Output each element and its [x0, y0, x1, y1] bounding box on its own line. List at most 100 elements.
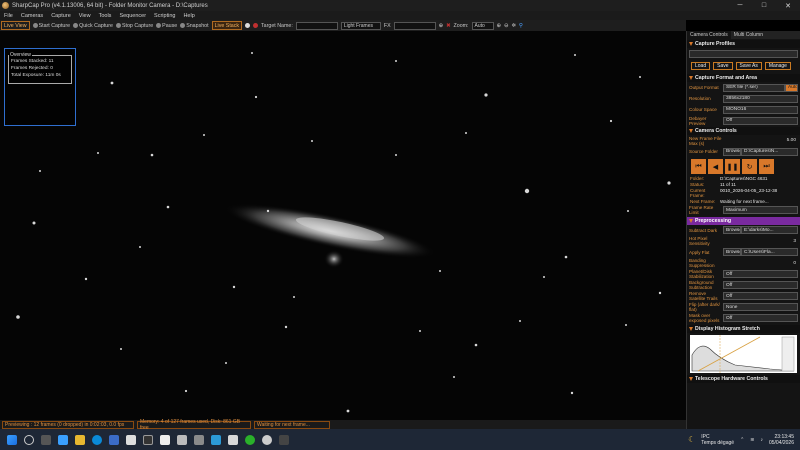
save-as-button[interactable]: Save As — [735, 62, 762, 70]
resolution-select[interactable]: 3856x2180 — [723, 94, 798, 103]
menu-sequencer[interactable]: Sequencer — [115, 13, 150, 19]
background-select[interactable]: Off — [723, 281, 798, 290]
camera-controls-header[interactable]: Camera Controls — [687, 127, 800, 135]
start-capture-icon — [32, 23, 38, 28]
last-frame-icon[interactable]: ⏭ — [759, 159, 774, 174]
banding-value[interactable]: 0 — [723, 259, 798, 267]
wifi-icon[interactable]: ≋ — [750, 437, 754, 443]
camera-app-icon[interactable] — [279, 434, 289, 445]
app-icon[interactable] — [194, 434, 204, 445]
weather-widget[interactable]: IPC Temps dégagé — [701, 434, 734, 446]
preprocessing-header[interactable]: Preprocessing — [687, 216, 800, 225]
refresh-icon[interactable]: ↻ — [742, 159, 757, 174]
subtract-dark-row: Subtract Dark Browse... E:\darks\Mo... — [687, 225, 800, 236]
fx-select[interactable] — [393, 21, 436, 30]
overview-heading: Overview — [9, 52, 32, 58]
apply-flat-browse[interactable]: Browse... — [723, 248, 741, 257]
live-view-button[interactable]: Live View — [1, 21, 30, 30]
tab-camera-controls[interactable]: Camera Controls — [687, 31, 731, 39]
save-button[interactable]: Save — [713, 62, 733, 70]
zoom-select[interactable]: Auto — [471, 21, 494, 30]
profile-select[interactable] — [689, 49, 798, 58]
previous-icon[interactable]: ◀ — [708, 159, 723, 174]
chevron-up-icon[interactable]: ⌃ — [740, 437, 744, 443]
windows-start-icon[interactable] — [7, 434, 17, 445]
pause-button[interactable]: Pause — [156, 23, 177, 29]
apply-flat-select[interactable]: C:\Users\Fla... — [741, 248, 798, 257]
notepad-icon[interactable] — [126, 434, 136, 445]
maximize-button[interactable]: □ — [752, 2, 776, 10]
minimize-button[interactable]: ─ — [728, 2, 752, 10]
zoom-in-icon[interactable]: ⊕ — [497, 23, 501, 29]
quick-capture-button[interactable]: Quick Capture — [73, 23, 113, 29]
live-stack-button[interactable]: Live Stack — [211, 21, 243, 30]
menu-capture[interactable]: Capture — [47, 13, 75, 19]
frame-type-select[interactable]: Light Frames — [340, 21, 381, 30]
start-capture-button[interactable]: Start Capture — [32, 23, 70, 29]
target-icon[interactable] — [253, 23, 259, 28]
telescope-app-icon[interactable] — [262, 434, 272, 445]
satellite-select[interactable]: Off — [723, 292, 798, 301]
crosshair-icon[interactable]: ⊕ — [439, 23, 443, 29]
colour-space-select[interactable]: MONO16 — [723, 105, 798, 114]
browser-icon[interactable] — [211, 434, 221, 445]
debayer-select[interactable]: Off — [723, 116, 798, 125]
edge-icon[interactable] — [92, 434, 102, 445]
telescope-header[interactable]: Telescope Hardware Controls — [687, 374, 800, 383]
terminal-icon[interactable] — [177, 434, 187, 445]
zoom-out-icon[interactable]: ⊖ — [504, 23, 508, 29]
chrome-icon[interactable] — [245, 434, 255, 445]
mask-select[interactable]: Off — [723, 314, 798, 323]
manage-button[interactable]: Manage — [764, 62, 791, 70]
document-icon[interactable] — [160, 434, 170, 445]
subtract-dark-browse[interactable]: Browse... — [723, 226, 741, 235]
image-viewport[interactable]: Frames Stacked: 11 Frames Rejected: 0 To… — [0, 31, 686, 420]
first-frame-icon[interactable]: ⏮ — [691, 159, 706, 174]
new-frame-value[interactable]: 5.00 — [723, 137, 798, 145]
source-folder-browse[interactable]: Browse... — [723, 147, 741, 156]
record-icon[interactable] — [245, 23, 251, 28]
pause-icon[interactable]: ❚❚ — [725, 159, 740, 174]
volume-icon[interactable]: ♪ — [760, 437, 763, 443]
stop-capture-button[interactable]: Stop Capture — [115, 22, 154, 29]
menu-scripting[interactable]: Scripting — [150, 13, 179, 19]
widgets-icon[interactable] — [58, 434, 68, 445]
snapshot-button[interactable]: Snapshot — [180, 23, 209, 29]
capture-format-header[interactable]: Capture Format and Area — [687, 74, 800, 82]
stop-capture-label: Stop Capture — [121, 22, 154, 29]
capture-format-title: Capture Format and Area — [695, 75, 758, 81]
flip-select[interactable]: None — [723, 303, 798, 312]
auto-button[interactable]: Auto — [785, 83, 798, 92]
banding-label: Banding Suppression — [689, 258, 715, 269]
menu-help[interactable]: Help — [179, 13, 198, 19]
settings-icon[interactable]: ✲ — [511, 23, 515, 29]
planet-select[interactable]: Off — [723, 270, 798, 279]
menu-file[interactable]: File — [0, 13, 17, 19]
menu-tools[interactable]: Tools — [95, 13, 116, 19]
file-explorer-icon[interactable] — [75, 434, 85, 445]
histogram-chart[interactable] — [690, 334, 797, 373]
target-name-input[interactable] — [295, 21, 338, 30]
sharpcap-icon[interactable] — [143, 434, 153, 445]
close-button[interactable]: ✕ — [776, 2, 800, 10]
load-button[interactable]: Load — [691, 62, 711, 70]
quick-capture-icon — [73, 23, 79, 28]
menu-view[interactable]: View — [75, 13, 95, 19]
histogram-header[interactable]: Display Histogram Stretch — [687, 324, 800, 333]
frame-rate-select[interactable]: Maximum — [723, 206, 798, 215]
panel-tabs: Camera Controls Multi Column — [687, 31, 800, 39]
subtract-dark-select[interactable]: E:\darks\Mo... — [741, 226, 798, 235]
task-view-icon[interactable] — [41, 434, 51, 445]
magnifier-icon[interactable]: ⚲ — [519, 23, 523, 29]
menu-cameras[interactable]: Cameras — [17, 13, 47, 19]
capture-profiles-header[interactable]: Capture Profiles — [687, 40, 800, 48]
settings-icon[interactable] — [228, 434, 238, 445]
output-format-select[interactable]: SER file (*.ser) — [723, 83, 785, 92]
clock[interactable]: 23:13:45 05/04/2026 — [769, 434, 794, 446]
source-folder-select[interactable]: D:\Captures\N... — [741, 147, 798, 156]
reticle-icon[interactable]: ✖ — [446, 23, 450, 29]
hot-pixel-value[interactable]: 3 — [723, 237, 798, 245]
search-icon[interactable] — [24, 434, 34, 445]
mail-icon[interactable] — [109, 434, 119, 445]
tab-multi-column[interactable]: Multi Column — [731, 31, 766, 39]
